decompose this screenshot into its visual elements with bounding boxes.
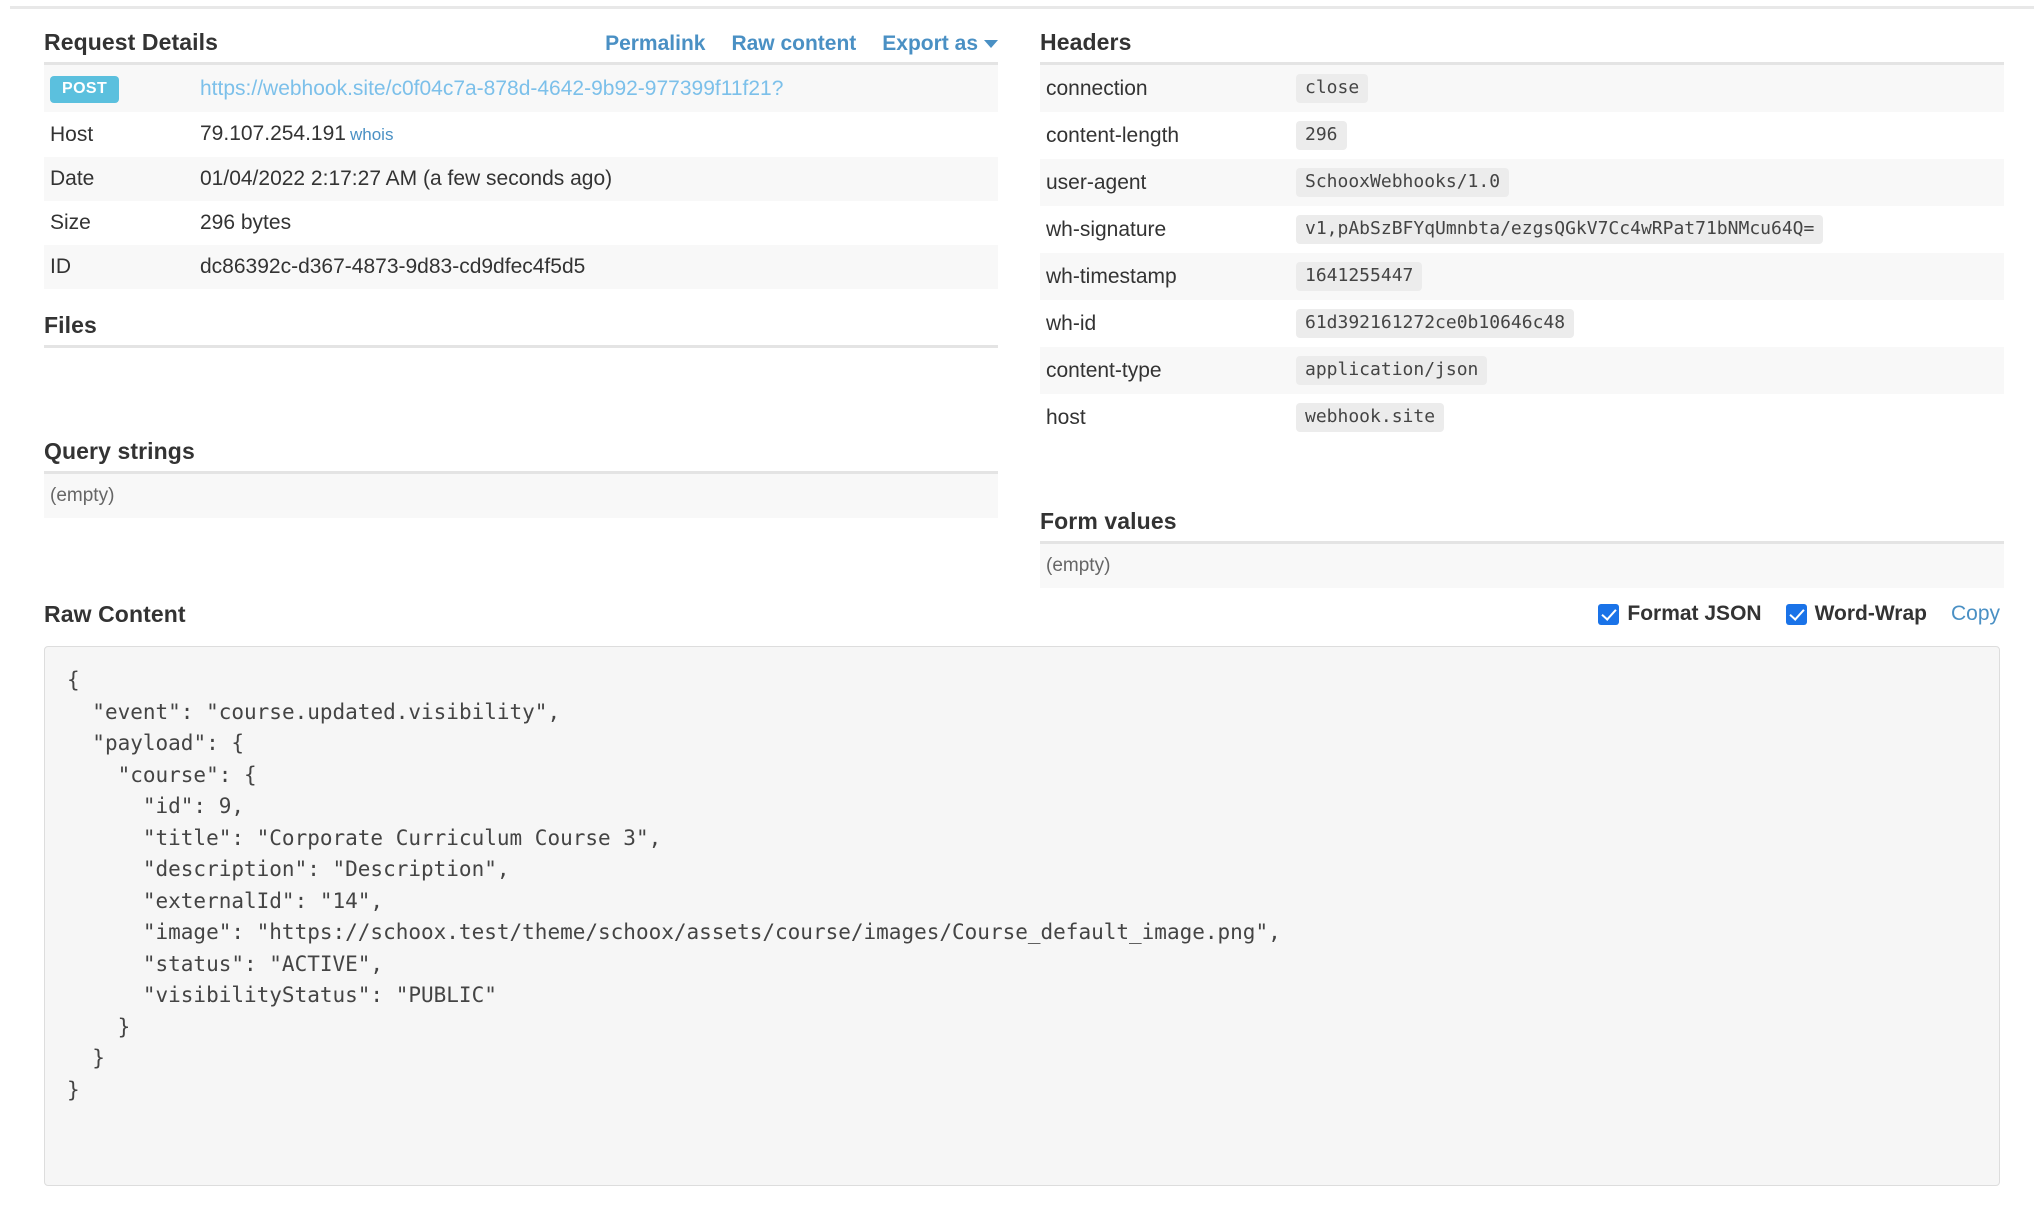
form-values-title: Form values	[1040, 508, 1177, 534]
host-label: Host	[50, 122, 94, 146]
word-wrap-label: Word-Wrap	[1814, 602, 1927, 625]
table-row: POST https://webhook.site/c0f04c7a-878d-…	[44, 63, 998, 113]
date-label: Date	[50, 167, 95, 190]
copy-button[interactable]: Copy	[1951, 602, 2000, 626]
header-value-cell: v1,pAbSzBFYqUmnbta/ezgsQGkV7Cc4wRPat71bN…	[1290, 206, 2004, 253]
table-row: Size 296 bytes	[44, 201, 998, 245]
page-title: Request Details	[44, 29, 219, 55]
request-details-actions: Permalink Raw content Export as	[605, 32, 998, 56]
header-value: 296	[1296, 121, 1347, 150]
files-title: Files	[44, 312, 97, 338]
table-row: Date 01/04/2022 2:17:27 AM (a few second…	[44, 157, 998, 201]
table-row: Host 79.107.254.191 whois	[44, 112, 998, 157]
header-value-cell: 1641255447	[1290, 253, 2004, 300]
raw-content-body[interactable]: { "event": "course.updated.visibility", …	[44, 646, 2000, 1186]
checkbox-checked-icon[interactable]	[1598, 603, 1620, 625]
header-value-cell: application/json	[1290, 347, 2004, 394]
header-key: wh-timestamp	[1046, 264, 1177, 288]
header-value-cell: 61d392161272ce0b10646c48	[1290, 300, 2004, 347]
header-value-cell: close	[1290, 64, 2004, 113]
table-row: connection close	[1040, 63, 2004, 113]
raw-content-toolbar: Format JSON Word-Wrap Copy	[1598, 602, 2000, 626]
url-cell: https://webhook.site/c0f04c7a-878d-4642-…	[194, 64, 998, 113]
header-value: SchooxWebhooks/1.0	[1296, 168, 1510, 197]
headers-title: Headers	[1040, 29, 1132, 55]
query-strings-empty: (empty)	[44, 471, 998, 518]
header-key: host	[1046, 405, 1086, 429]
size-label: Size	[50, 211, 91, 234]
two-column-layout: Request Details Permalink Raw content Ex…	[0, 28, 2044, 588]
files-empty-area	[44, 345, 998, 419]
table-row: host webhook.site	[1040, 394, 2004, 441]
header-key: user-agent	[1046, 170, 1147, 194]
request-details-table: POST https://webhook.site/c0f04c7a-878d-…	[44, 62, 998, 289]
left-column: Request Details Permalink Raw content Ex…	[0, 28, 1020, 588]
chevron-down-icon	[984, 40, 998, 49]
table-row: content-type application/json	[1040, 347, 2004, 394]
raw-content-header: Raw Content Format JSON Word-Wrap Copy	[44, 600, 2000, 628]
word-wrap-checkbox[interactable]: Word-Wrap	[1785, 602, 1927, 626]
request-url-link[interactable]: https://webhook.site/c0f04c7a-878d-4642-…	[200, 77, 783, 100]
id-label: ID	[50, 255, 71, 278]
request-inspector-page: Request Details Permalink Raw content Ex…	[0, 0, 2044, 1224]
status-badge: POST	[50, 76, 120, 103]
id-value: dc86392c-d367-4873-9d83-cd9dfec4f5d5	[200, 255, 586, 278]
header-key: wh-id	[1046, 311, 1097, 335]
header-key: connection	[1046, 76, 1148, 100]
header-value-cell: webhook.site	[1290, 394, 2004, 441]
size-value: 296 bytes	[200, 211, 292, 234]
format-json-label: Format JSON	[1627, 602, 1762, 625]
header-value-cell: 296	[1290, 112, 2004, 159]
format-json-checkbox[interactable]: Format JSON	[1598, 602, 1762, 626]
host-cell: 79.107.254.191 whois	[194, 112, 998, 157]
whois-link[interactable]: whois	[350, 125, 393, 144]
permalink-link[interactable]: Permalink	[605, 32, 705, 56]
table-row: content-length 296	[1040, 112, 2004, 159]
table-row: user-agent SchooxWebhooks/1.0	[1040, 159, 2004, 206]
top-divider	[10, 6, 2034, 9]
header-key: wh-signature	[1046, 217, 1167, 241]
header-value: 1641255447	[1296, 262, 1423, 291]
header-key: content-length	[1046, 123, 1180, 147]
date-value: 01/04/2022 2:17:27 AM (a few seconds ago…	[200, 167, 613, 190]
table-row: ID dc86392c-d367-4873-9d83-cd9dfec4f5d5	[44, 245, 998, 289]
table-row: wh-timestamp 1641255447	[1040, 253, 2004, 300]
method-cell: POST	[44, 64, 194, 113]
header-value: application/json	[1296, 356, 1488, 385]
query-strings-title: Query strings	[44, 438, 195, 464]
raw-content-title: Raw Content	[44, 601, 186, 627]
table-row: wh-id 61d392161272ce0b10646c48	[1040, 300, 2004, 347]
table-row: wh-signature v1,pAbSzBFYqUmnbta/ezgsQGkV…	[1040, 206, 2004, 253]
raw-content-section: Raw Content Format JSON Word-Wrap Copy {…	[0, 600, 2044, 1186]
export-as-dropdown[interactable]: Export as	[882, 32, 998, 56]
host-value: 79.107.254.191	[200, 122, 346, 145]
headers-table: connection close content-length 296 user…	[1040, 62, 2004, 441]
header-value: 61d392161272ce0b10646c48	[1296, 309, 1575, 338]
request-details-header: Request Details Permalink Raw content Ex…	[44, 28, 998, 56]
header-key: content-type	[1046, 358, 1162, 382]
form-values-empty: (empty)	[1040, 541, 2004, 588]
right-column: Headers connection close content-length …	[1020, 28, 2044, 588]
export-as-label: Export as	[882, 32, 978, 55]
header-value: webhook.site	[1296, 403, 1445, 432]
header-value: v1,pAbSzBFYqUmnbta/ezgsQGkV7Cc4wRPat71bN…	[1296, 215, 1824, 244]
checkbox-checked-icon[interactable]	[1785, 603, 1807, 625]
raw-content-link[interactable]: Raw content	[731, 32, 856, 56]
header-value-cell: SchooxWebhooks/1.0	[1290, 159, 2004, 206]
header-value: close	[1296, 74, 1369, 103]
